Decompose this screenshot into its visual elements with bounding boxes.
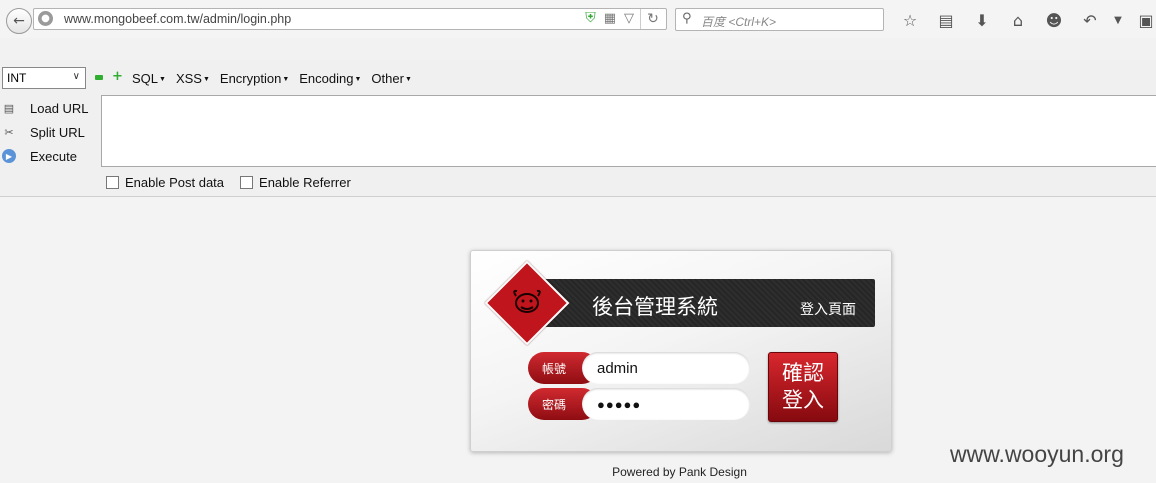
load-url-button[interactable]: ▤ Load URL bbox=[0, 96, 100, 120]
search-placeholder: 百度 <Ctrl+K> bbox=[701, 15, 777, 29]
download-icon[interactable]: ⬇ bbox=[964, 9, 1000, 31]
back-button[interactable]: ← bbox=[6, 8, 32, 34]
decrease-icon[interactable] bbox=[95, 75, 103, 80]
shield-icon[interactable]: ⛨ bbox=[585, 10, 596, 26]
username-field: 帳號 admin bbox=[528, 352, 750, 384]
hackbar-panel: INT ∨ + SQL▼ XSS▼ Encryption▼ Encoding▼ … bbox=[0, 60, 1156, 197]
back-arrow-icon: ← bbox=[13, 13, 25, 29]
caret-icon: ▼ bbox=[202, 76, 210, 84]
increase-icon[interactable]: + bbox=[112, 70, 123, 83]
confirm-login-button[interactable]: 確認 登入 bbox=[768, 352, 838, 422]
password-input[interactable]: ●●●●● bbox=[582, 388, 750, 420]
cow-logo-icon bbox=[507, 281, 547, 321]
hackbar-actions: ▤ Load URL ✂ Split URL ▶ Execute bbox=[0, 96, 100, 168]
globe-icon: ● bbox=[38, 11, 53, 26]
bookmark-star-icon[interactable]: ☆ bbox=[892, 9, 928, 31]
hackbar-menus: SQL▼ XSS▼ Encryption▼ Encoding▼ Other▼ bbox=[132, 71, 412, 86]
split-url-button[interactable]: ✂ Split URL bbox=[0, 120, 100, 144]
enable-post-data-option[interactable]: Enable Post data bbox=[106, 175, 224, 190]
referrer-checkbox[interactable] bbox=[240, 176, 254, 189]
reload-icon: ↻ bbox=[647, 11, 659, 27]
reading-list-icon[interactable]: ▤ bbox=[928, 9, 964, 31]
type-select-value: INT bbox=[7, 71, 27, 85]
menu-dropdown-icon[interactable]: ▼ bbox=[1108, 9, 1128, 31]
smiley-icon[interactable]: ☻ bbox=[1036, 9, 1072, 31]
caret-icon: ▼ bbox=[282, 76, 290, 84]
dropdown-arrow-icon[interactable]: ▽ bbox=[624, 11, 634, 26]
chevron-down-icon: ∨ bbox=[72, 71, 80, 82]
execute-button[interactable]: ▶ Execute bbox=[0, 144, 100, 168]
login-panel: 後台管理系統 登入頁面 帳號 admin 密碼 ●●●●● 確認 登入 bbox=[470, 250, 892, 452]
browser-toolbar: ← ● www.mongobeef.com.tw/admin/login.php… bbox=[0, 0, 1156, 38]
hackbar-url-textarea[interactable] bbox=[101, 95, 1156, 167]
login-button-line2: 登入 bbox=[782, 388, 824, 412]
menu-encoding[interactable]: Encoding▼ bbox=[299, 71, 361, 86]
login-button-line1: 確認 bbox=[782, 361, 824, 385]
system-title: 後台管理系統 bbox=[592, 295, 718, 319]
search-bar[interactable]: ⚲ 百度 <Ctrl+K> bbox=[675, 8, 884, 31]
username-input[interactable]: admin bbox=[582, 352, 750, 384]
caret-icon: ▼ bbox=[404, 76, 412, 84]
load-url-icon: ▤ bbox=[3, 102, 15, 115]
play-icon: ▶ bbox=[2, 149, 16, 163]
post-data-checkbox[interactable] bbox=[106, 176, 119, 189]
page-content: 後台管理系統 登入頁面 帳號 admin 密碼 ●●●●● 確認 登入 Powe… bbox=[0, 197, 1156, 483]
scissors-icon: ✂ bbox=[4, 126, 14, 139]
enable-referrer-option[interactable]: Enable Referrer bbox=[240, 175, 351, 190]
reload-button[interactable]: ↻ bbox=[640, 9, 665, 29]
caret-icon: ▼ bbox=[354, 76, 362, 84]
undo-icon[interactable]: ↶ bbox=[1072, 9, 1108, 31]
address-bar-url: www.mongobeef.com.tw/admin/login.php bbox=[64, 12, 292, 26]
search-icon: ⚲ bbox=[682, 11, 692, 26]
login-page-subtitle: 登入頁面 bbox=[800, 302, 856, 318]
password-field: 密碼 ●●●●● bbox=[528, 388, 750, 420]
caret-icon: ▼ bbox=[159, 76, 166, 84]
crop-icon[interactable]: ▣ bbox=[1128, 9, 1156, 31]
type-select[interactable]: INT ∨ bbox=[2, 67, 86, 89]
home-icon[interactable]: ⌂ bbox=[1000, 9, 1036, 31]
menu-other[interactable]: Other▼ bbox=[371, 71, 411, 86]
menu-encryption[interactable]: Encryption▼ bbox=[220, 71, 289, 86]
menu-xss[interactable]: XSS▼ bbox=[176, 71, 210, 86]
menu-sql[interactable]: SQL▼ bbox=[132, 71, 166, 86]
qr-code-icon[interactable]: ▦ bbox=[604, 11, 616, 26]
watermark-text: www.wooyun.org bbox=[950, 441, 1124, 467]
address-bar[interactable]: ● www.mongobeef.com.tw/admin/login.php ⛨… bbox=[33, 8, 667, 30]
